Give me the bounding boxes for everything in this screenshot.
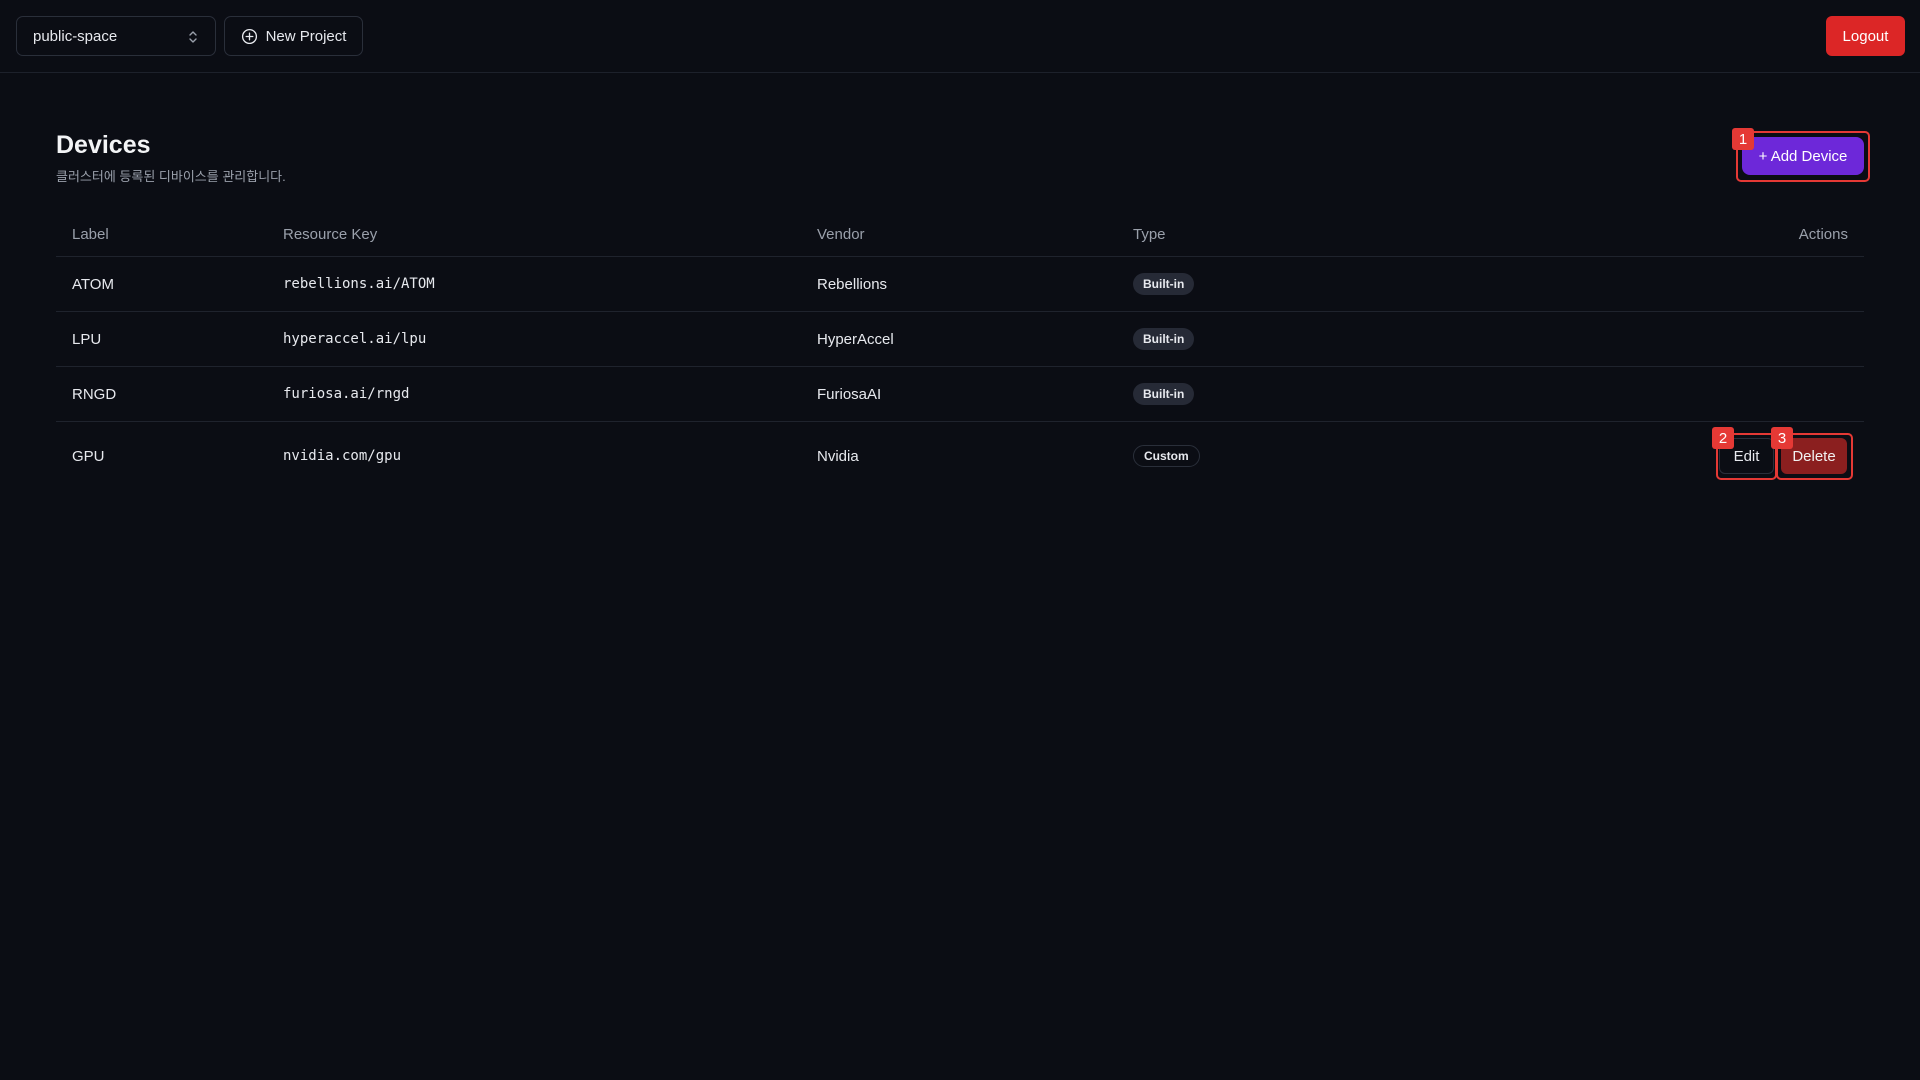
highlight-badge-3: 3 <box>1771 427 1793 449</box>
device-type-cell: Built-in <box>1133 312 1195 366</box>
logout-button[interactable]: Logout <box>1826 16 1905 56</box>
page-subtitle: 클러스터에 등록된 디바이스를 관리합니다. <box>56 169 286 184</box>
device-vendor: Rebellions <box>817 275 888 293</box>
device-label: GPU <box>72 447 105 465</box>
device-label: RNGD <box>72 385 117 403</box>
type-badge: Built-in <box>1133 328 1195 350</box>
header-label: Label <box>72 225 109 243</box>
device-type-cell: Built-in <box>1133 257 1195 311</box>
device-resource-key: furiosa.ai/rngd <box>283 386 410 402</box>
device-resource-key: hyperaccel.ai/lpu <box>283 331 427 347</box>
device-type-cell: Built-in <box>1133 367 1195 421</box>
type-badge: Custom <box>1133 445 1200 467</box>
new-project-button[interactable]: New Project <box>224 16 363 56</box>
top-bar: public-space New Project Logout <box>0 0 1920 73</box>
header-vendor: Vendor <box>817 225 865 243</box>
plus-circle-icon <box>241 28 257 44</box>
page-title: Devices <box>56 131 151 159</box>
table-header: Label Resource Key Vendor Type Actions <box>56 212 1864 257</box>
project-select-value: public-space <box>33 27 118 45</box>
device-resource-key: nvidia.com/gpu <box>283 448 402 464</box>
device-resource-key: rebellions.ai/ATOM <box>283 276 435 292</box>
table-row: ATOM rebellions.ai/ATOM Rebellions Built… <box>56 257 1864 312</box>
header-actions: Actions <box>1798 225 1848 243</box>
highlight-badge-1: 1 <box>1732 128 1754 150</box>
type-badge: Built-in <box>1133 383 1195 405</box>
project-select[interactable]: public-space <box>16 16 216 56</box>
table-row: LPU hyperaccel.ai/lpu HyperAccel Built-i… <box>56 312 1864 367</box>
table-row: GPU nvidia.com/gpu Nvidia Custom Edit De… <box>56 422 1864 490</box>
header-type: Type <box>1133 225 1166 243</box>
highlight-badge-2: 2 <box>1712 427 1734 449</box>
table-row: RNGD furiosa.ai/rngd FuriosaAI Built-in <box>56 367 1864 422</box>
type-badge: Built-in <box>1133 273 1195 295</box>
add-device-button[interactable]: + Add Device <box>1742 137 1864 175</box>
header-resource-key: Resource Key <box>283 225 378 243</box>
new-project-label: New Project <box>265 27 347 45</box>
device-vendor: FuriosaAI <box>817 385 882 403</box>
device-label: ATOM <box>72 275 114 293</box>
device-type-cell: Custom <box>1133 422 1200 490</box>
device-vendor: Nvidia <box>817 447 859 465</box>
chevron-up-down-icon <box>189 31 197 43</box>
device-label: LPU <box>72 330 102 348</box>
device-vendor: HyperAccel <box>817 330 894 348</box>
devices-table: Label Resource Key Vendor Type Actions A… <box>56 212 1864 490</box>
